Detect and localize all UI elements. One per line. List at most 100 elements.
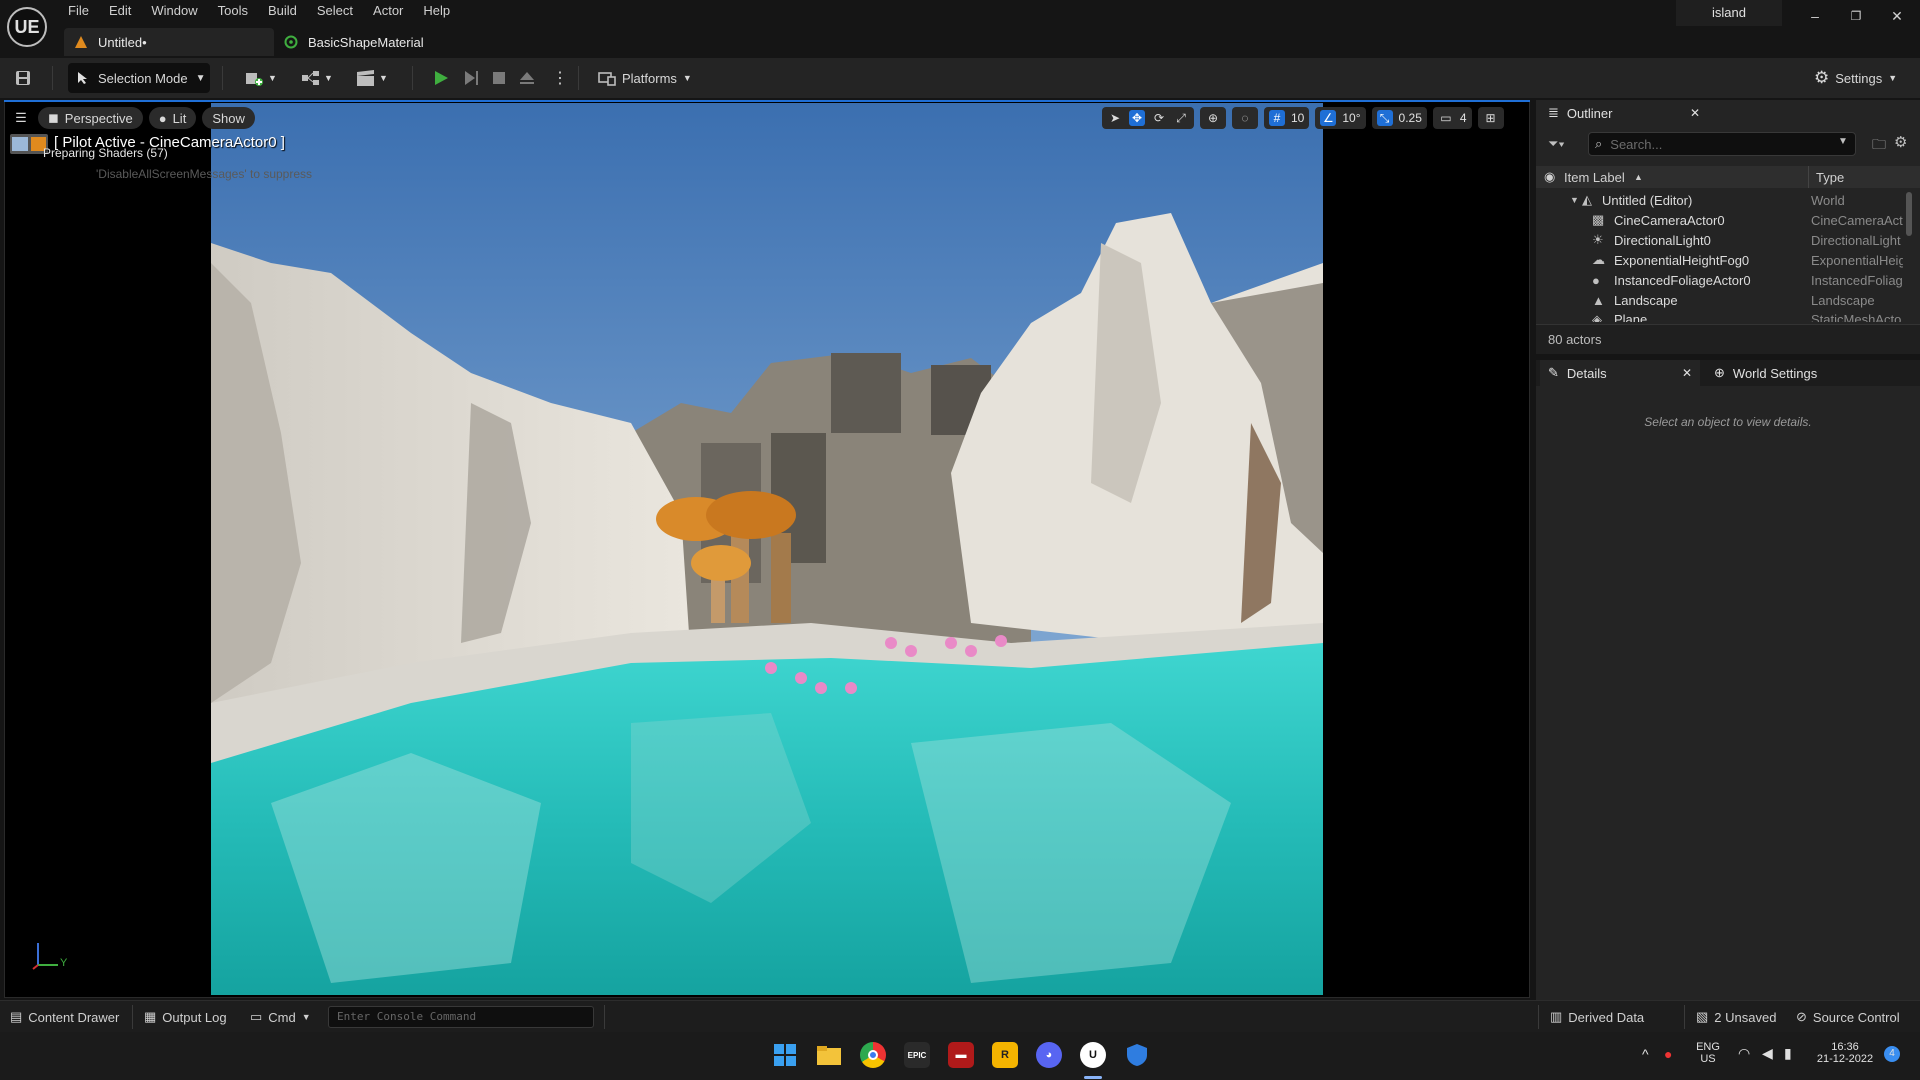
outliner-row[interactable]: ▲ Landscape Landscape xyxy=(1536,290,1908,310)
unsaved-button[interactable]: ▧ 2 Unsaved xyxy=(1696,1001,1776,1033)
close-button[interactable]: ✕ xyxy=(1877,3,1917,29)
more-options-icon[interactable]: ⋮ xyxy=(552,63,568,93)
menu-edit[interactable]: Edit xyxy=(99,0,141,24)
save-icon[interactable] xyxy=(14,63,36,93)
language-indicator[interactable]: ENG US xyxy=(1696,1041,1720,1065)
scale-icon[interactable]: ⤢ xyxy=(1173,110,1189,126)
play-button[interactable] xyxy=(432,63,452,93)
blueprint-button[interactable]: ▼ xyxy=(300,63,340,93)
wifi-icon[interactable]: ◠ xyxy=(1738,1045,1750,1062)
row-label: CineCameraActor0 xyxy=(1614,212,1725,228)
epic-games-icon[interactable]: EPIC xyxy=(904,1042,930,1068)
source-control-button[interactable]: ⊘ Source Control xyxy=(1796,1001,1900,1033)
fog-icon: ☁ xyxy=(1592,252,1605,267)
windows-start-icon[interactable] xyxy=(772,1042,798,1068)
outliner-row-world[interactable]: ▼ ◭ Untitled (Editor) World xyxy=(1536,190,1908,210)
menu-file[interactable]: File xyxy=(58,0,99,24)
settings-dropdown[interactable]: ⚙ Settings ▼ xyxy=(1814,63,1897,93)
tray-app-icon[interactable]: ● xyxy=(1664,1046,1672,1062)
add-actor-button[interactable]: ▼ xyxy=(244,63,284,93)
tab-basic-shape-material[interactable]: BasicShapeMaterial xyxy=(274,28,438,56)
output-log-button[interactable]: ▦ Output Log xyxy=(144,1001,227,1033)
tab-untitled[interactable]: Untitled• xyxy=(64,28,274,56)
tab-details[interactable]: ✎ Details ✕ xyxy=(1540,360,1700,386)
tab-outliner[interactable]: ≣ Outliner ✕ xyxy=(1540,100,1708,126)
red-app-icon[interactable]: ▬ xyxy=(948,1042,974,1068)
perspective-button[interactable]: ◼ Perspective xyxy=(38,107,143,129)
add-folder-icon[interactable]: 🗀 xyxy=(1872,134,1886,158)
defender-icon[interactable] xyxy=(1124,1042,1150,1068)
content-drawer-button[interactable]: ▤ Content Drawer xyxy=(10,1001,119,1033)
cmd-dropdown[interactable]: ▭ Cmd ▼ xyxy=(250,1001,311,1033)
console-command-input[interactable]: Enter Console Command xyxy=(328,1006,594,1028)
discord-icon[interactable]: ◕ xyxy=(1036,1042,1062,1068)
world-globe-icon[interactable]: ⊕ xyxy=(1205,110,1221,126)
source-control-label: Source Control xyxy=(1812,1009,1900,1025)
rotation-snap-value: 10° xyxy=(1342,111,1361,125)
outliner-scrollbar[interactable] xyxy=(1906,192,1912,236)
gear-icon[interactable]: ⚙ xyxy=(1894,133,1907,151)
viewport-layout[interactable]: ⊞ xyxy=(1477,107,1504,129)
filter-icon[interactable]: ⏷▾ xyxy=(1548,136,1565,152)
chevron-down-icon[interactable]: ▼ xyxy=(1838,136,1848,147)
select-cursor-icon[interactable]: ➤ xyxy=(1107,110,1123,126)
translate-icon[interactable]: ✥ xyxy=(1129,110,1145,126)
show-label: Show xyxy=(212,110,245,126)
battery-icon[interactable]: ▮ xyxy=(1784,1045,1792,1062)
menu-help[interactable]: Help xyxy=(413,0,460,24)
outliner-row[interactable]: ● InstancedFoliageActor0 InstancedFoliag xyxy=(1536,270,1908,290)
tray-chevron-up-icon[interactable]: ^ xyxy=(1642,1046,1649,1062)
close-icon[interactable]: ✕ xyxy=(1682,366,1692,380)
menu-window[interactable]: Window xyxy=(141,0,207,24)
toolbar-divider xyxy=(578,66,579,90)
viewport-render[interactable] xyxy=(211,103,1323,995)
restore-button[interactable]: ❐ xyxy=(1836,3,1876,29)
unreal-icon[interactable]: U xyxy=(1080,1042,1106,1068)
minimize-button[interactable]: – xyxy=(1795,3,1835,29)
expand-arrow-icon[interactable]: ▼ xyxy=(1570,195,1579,205)
eye-icon[interactable]: ◉ xyxy=(1544,169,1555,185)
world-settings-title: World Settings xyxy=(1732,365,1818,381)
outliner-row[interactable]: ☀ DirectionalLight0 DirectionalLight xyxy=(1536,230,1908,250)
advance-frame-button[interactable] xyxy=(462,63,482,93)
outliner-row[interactable]: ☁ ExponentialHeightFog0 ExponentialHeig xyxy=(1536,250,1908,270)
rockstar-icon[interactable]: R xyxy=(992,1042,1018,1068)
tab-world-settings[interactable]: ⊕ World Settings xyxy=(1702,360,1916,386)
search-icon: ⌕ xyxy=(1595,136,1603,151)
platforms-dropdown[interactable]: Platforms ▼ xyxy=(598,63,692,93)
menu-build[interactable]: Build xyxy=(258,0,307,24)
close-icon[interactable]: ✕ xyxy=(1690,106,1700,120)
menu-select[interactable]: Select xyxy=(307,0,363,24)
viewport-menu-icon[interactable]: ☰ xyxy=(10,107,32,129)
lit-label: Lit xyxy=(172,110,187,126)
outliner-search-input[interactable]: ⌕ Search... xyxy=(1588,132,1856,156)
selection-mode-dropdown[interactable]: Selection Mode ▼ xyxy=(68,63,210,93)
show-button[interactable]: Show xyxy=(202,107,255,129)
outliner-row[interactable]: ◈ Plane StaticMeshActo xyxy=(1536,310,1908,322)
menu-tools[interactable]: Tools xyxy=(208,0,258,24)
menu-actor[interactable]: Actor xyxy=(363,0,413,24)
grid-snap[interactable]: # 10 xyxy=(1264,107,1310,129)
clock[interactable]: 16:36 21-12-2022 xyxy=(1812,1041,1878,1065)
cinematics-button[interactable]: ▼ xyxy=(355,63,395,93)
notification-badge[interactable]: 4 xyxy=(1884,1046,1900,1062)
stop-button[interactable] xyxy=(490,63,510,93)
col-item-label[interactable]: Item Label xyxy=(1564,170,1625,185)
derived-data-button[interactable]: ▥ Derived Data xyxy=(1550,1001,1644,1033)
chrome-icon[interactable] xyxy=(860,1042,886,1068)
rotation-snap[interactable]: ∠ 10° xyxy=(1315,107,1366,129)
lit-button[interactable]: ● Lit xyxy=(148,107,197,129)
file-explorer-icon[interactable] xyxy=(816,1042,842,1068)
row-type: Landscape xyxy=(1811,292,1875,308)
volume-icon[interactable]: ◀ xyxy=(1762,1045,1773,1062)
surface-snap-icon[interactable]: ◌ xyxy=(1237,110,1253,126)
log-icon: ▦ xyxy=(144,1009,157,1024)
col-type[interactable]: Type xyxy=(1816,170,1844,185)
outliner-row[interactable]: ▩ CineCameraActor0 CineCameraAct xyxy=(1536,210,1908,230)
rotate-icon[interactable]: ⟳ xyxy=(1151,110,1167,126)
scale-snap[interactable]: ⤡ 0.25 xyxy=(1371,107,1427,129)
eject-button[interactable] xyxy=(518,63,538,93)
source-control-icon: ⊘ xyxy=(1796,1009,1807,1024)
unreal-logo-icon[interactable]: UE xyxy=(7,7,47,47)
camera-speed[interactable]: ▭ 4 xyxy=(1432,107,1472,129)
